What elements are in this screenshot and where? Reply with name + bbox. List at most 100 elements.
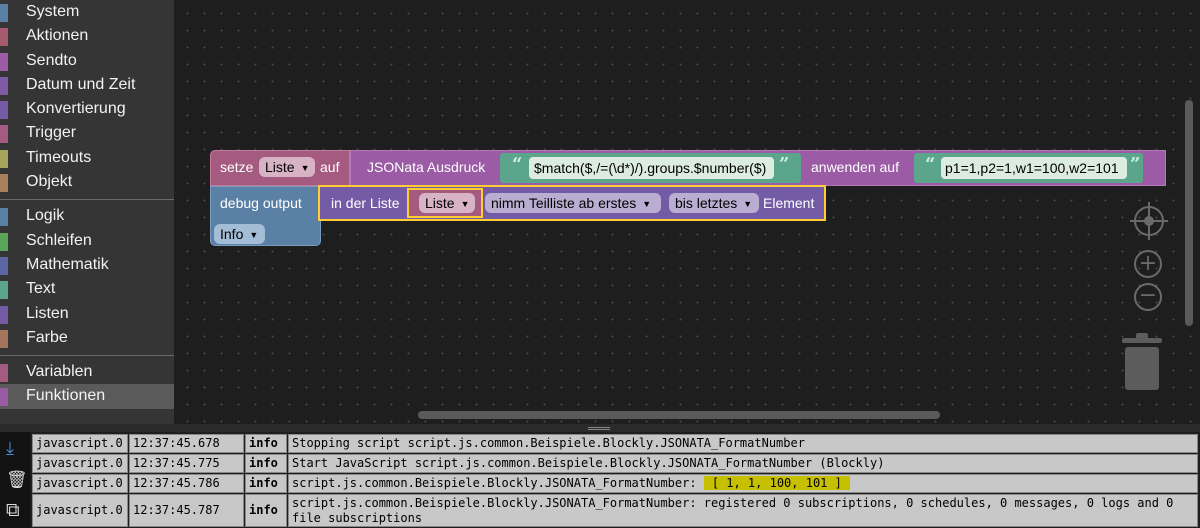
category-color-swatch xyxy=(0,364,8,383)
category-label: Konvertierung xyxy=(26,100,126,118)
table-row: javascript.0 12:37:45.775 info Start Jav… xyxy=(32,454,1198,473)
toolbox-category-funktionen[interactable]: Funktionen xyxy=(0,384,174,409)
toolbox-category-schleifen[interactable]: Schleifen xyxy=(0,229,174,253)
set-variable-dropdown[interactable]: Liste ▼ xyxy=(259,157,315,177)
download-icon[interactable]: ⤓ xyxy=(6,438,14,459)
sublist-to-dropdown[interactable]: bis letztes ▼ xyxy=(669,193,759,213)
category-label: Trigger xyxy=(26,124,77,142)
list-variable-name: Liste xyxy=(425,195,455,211)
category-label: Timeouts xyxy=(26,148,92,166)
category-color-swatch xyxy=(0,4,8,22)
category-color-swatch xyxy=(0,101,8,120)
debug-level-dropdown[interactable]: Info ▼ xyxy=(214,224,265,244)
toolbox-separator xyxy=(0,199,174,201)
category-color-swatch xyxy=(0,52,8,71)
quote-close-icon: ” xyxy=(779,154,790,175)
set-variable-name: Liste xyxy=(265,159,295,175)
toolbox-category-text[interactable]: Text xyxy=(0,277,174,301)
toolbox-category-konvertierung[interactable]: Konvertierung xyxy=(0,97,174,121)
category-label: Aktionen xyxy=(26,27,89,45)
table-row: javascript.0 12:37:45.678 info Stopping … xyxy=(32,434,1198,453)
toolbox-category-aktionen[interactable]: Aktionen xyxy=(0,24,174,48)
toolbox-category-objekt[interactable]: Objekt xyxy=(0,170,174,194)
sublist-from-dropdown[interactable]: nimm Teilliste ab erstes ▼ xyxy=(485,193,661,213)
category-label: Farbe xyxy=(26,328,68,346)
toolbox-category-sendto[interactable]: Sendto xyxy=(0,49,174,73)
zoom-in-icon[interactable]: + xyxy=(1134,250,1162,278)
dropdown-arrow-icon: ▼ xyxy=(743,199,753,209)
category-label: Objekt xyxy=(26,173,73,191)
category-color-swatch xyxy=(0,232,8,251)
category-color-swatch xyxy=(0,388,8,407)
blockly-toolbox: System Aktionen Sendto Datum und Zeit Konver… xyxy=(0,0,174,424)
category-color-swatch xyxy=(0,305,8,324)
category-color-swatch xyxy=(0,149,8,168)
log-message: Start JavaScript script.js.common.Beispi… xyxy=(288,454,1198,473)
category-color-swatch xyxy=(0,281,8,300)
sublist-in-label: in der Liste xyxy=(331,195,400,211)
dropdown-arrow-icon: ▼ xyxy=(642,199,652,209)
quote-open-icon: “ xyxy=(512,154,523,175)
category-label: Mathematik xyxy=(26,255,109,273)
toolbox-category-farbe[interactable]: Farbe xyxy=(0,326,174,350)
category-color-swatch xyxy=(0,125,8,144)
zoom-out-icon[interactable]: − xyxy=(1134,283,1162,311)
log-message: script.js.common.Beispiele.Blockly.JSONA… xyxy=(288,494,1198,527)
log-message-highlight: [ 1, 1, 100, 101 ] xyxy=(703,476,850,490)
toolbox-category-timeouts[interactable]: Timeouts xyxy=(0,146,174,170)
quote-close-icon: ” xyxy=(1130,154,1141,175)
category-label: Funktionen xyxy=(26,387,106,405)
category-label: Datum und Zeit xyxy=(26,75,136,93)
category-label: Schleifen xyxy=(26,231,92,249)
quote-open-icon: “ xyxy=(925,154,936,175)
trash-icon[interactable] xyxy=(1122,333,1162,390)
toolbox-category-variablen[interactable]: Variablen xyxy=(0,360,174,384)
input-value: p1=1,p2=1,w1=100,w2=101 xyxy=(945,160,1119,176)
category-color-swatch xyxy=(0,256,8,275)
table-row: javascript.0 12:37:45.787 info script.js… xyxy=(32,494,1198,527)
sublist-element-label: Element xyxy=(763,195,815,211)
log-time: 12:37:45.678 xyxy=(129,434,244,453)
expression-field[interactable]: $match($,/=(\d*)/).groups.$number($) xyxy=(529,157,774,179)
dropdown-arrow-icon: ▼ xyxy=(460,199,470,209)
toolbox-category-mathematik[interactable]: Mathematik xyxy=(0,253,174,277)
log-source: javascript.0 xyxy=(32,494,128,527)
dropdown-arrow-icon: ▼ xyxy=(249,230,259,240)
set-label: setze xyxy=(220,159,254,175)
horizontal-scrollbar[interactable] xyxy=(418,411,940,419)
log-source: javascript.0 xyxy=(32,454,128,473)
vertical-scrollbar[interactable] xyxy=(1185,100,1193,326)
dropdown-arrow-icon: ▼ xyxy=(300,163,310,173)
category-color-swatch xyxy=(0,329,8,348)
log-toolbar: ⤓ 🗑 ⧉ xyxy=(0,432,30,528)
log-severity: info xyxy=(245,474,287,493)
toolbox-category-system[interactable]: System xyxy=(0,0,174,24)
toolbox-separator xyxy=(0,355,174,357)
category-label: Variablen xyxy=(26,363,93,381)
sublist-from-value: nimm Teilliste ab erstes xyxy=(491,195,637,211)
input-field[interactable]: p1=1,p2=1,w1=100,w2=101 xyxy=(941,157,1127,179)
log-table: javascript.0 12:37:45.678 info Stopping … xyxy=(32,434,1198,528)
copy-icon[interactable]: ⧉ xyxy=(6,500,20,522)
category-color-swatch xyxy=(0,208,8,227)
category-color-swatch xyxy=(0,174,8,193)
resize-handle-icon[interactable] xyxy=(588,427,610,430)
toolbox-category-logik[interactable]: Logik xyxy=(0,204,174,228)
toolbox-category-listen[interactable]: Listen xyxy=(0,302,174,326)
log-source: javascript.0 xyxy=(32,434,128,453)
category-label: Logik xyxy=(26,207,65,225)
log-time: 12:37:45.775 xyxy=(129,454,244,473)
expression-value: $match($,/=(\d*)/).groups.$number($) xyxy=(534,160,767,176)
toolbox-category-trigger[interactable]: Trigger xyxy=(0,121,174,145)
list-variable-dropdown[interactable]: Liste ▼ xyxy=(419,193,475,213)
log-source: javascript.0 xyxy=(32,474,128,493)
log-severity: info xyxy=(245,494,287,527)
log-time: 12:37:45.786 xyxy=(129,474,244,493)
apply-label: anwenden auf xyxy=(811,159,899,175)
jsonata-label: JSONata Ausdruck xyxy=(367,159,486,175)
toolbox-category-datum-und-zeit[interactable]: Datum und Zeit xyxy=(0,73,174,97)
target-icon[interactable] xyxy=(1130,202,1168,240)
delete-icon[interactable]: 🗑 xyxy=(6,470,28,490)
sublist-to-value: bis letztes xyxy=(675,195,738,211)
category-label: Listen xyxy=(26,304,69,322)
